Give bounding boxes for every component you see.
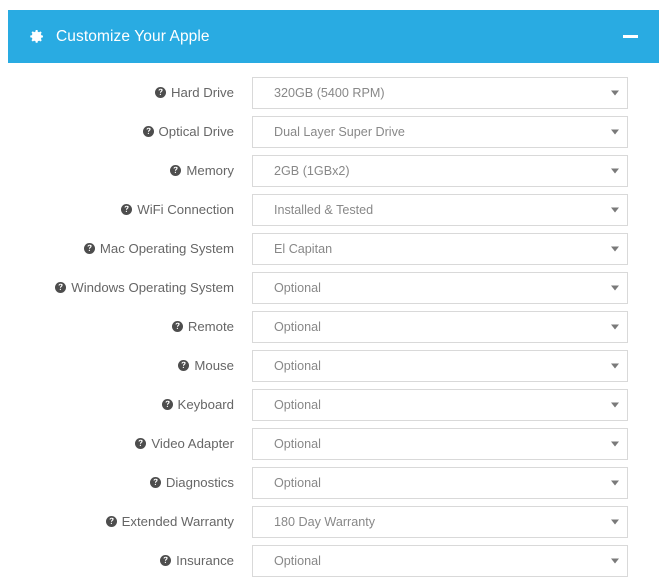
form-row-extended-warranty: Extended Warranty 180 Day Warranty xyxy=(8,502,659,541)
option-select-value: Optional xyxy=(274,475,321,490)
row-label-text: Memory xyxy=(186,163,234,178)
row-label-text: Mouse xyxy=(194,358,234,373)
panel-header: Customize Your Apple xyxy=(8,10,659,63)
row-label: Windows Operating System xyxy=(8,280,252,295)
customize-panel: Customize Your Apple Hard Drive 320GB (5… xyxy=(8,10,659,580)
row-label-text: Video Adapter xyxy=(151,436,234,451)
chevron-down-icon xyxy=(611,558,619,563)
row-label-text: Diagnostics xyxy=(165,475,234,490)
row-label-text: Windows Operating System xyxy=(71,280,234,295)
row-label: Extended Warranty xyxy=(8,514,252,529)
row-label: Remote xyxy=(8,319,252,334)
form-row-optical-drive: Optical Drive Dual Layer Super Drive xyxy=(8,112,659,151)
row-label: Diagnostics xyxy=(8,475,252,490)
option-select[interactable]: Optional xyxy=(252,310,628,343)
row-label: Optical Drive xyxy=(8,124,252,139)
question-circle-icon[interactable] xyxy=(154,87,166,98)
chevron-down-icon xyxy=(611,480,619,485)
form-row-keyboard: Keyboard Optional xyxy=(8,385,659,424)
option-select[interactable]: Dual Layer Super Drive xyxy=(252,115,628,148)
minimize-icon[interactable] xyxy=(619,26,641,48)
row-label-text: Optical Drive xyxy=(158,124,234,139)
option-select-value: Optional xyxy=(274,358,321,373)
form-row-wifi-connection: WiFi Connection Installed & Tested xyxy=(8,190,659,229)
row-label: Keyboard xyxy=(8,397,252,412)
option-select[interactable]: Optional xyxy=(252,466,628,499)
option-select-value: El Capitan xyxy=(274,241,333,256)
option-select-value: Installed & Tested xyxy=(274,202,374,217)
option-select[interactable]: El Capitan xyxy=(252,232,628,265)
option-select-value: 320GB (5400 RPM) xyxy=(274,85,385,100)
panel-title: Customize Your Apple xyxy=(56,27,210,45)
question-circle-icon[interactable] xyxy=(105,516,117,527)
question-circle-icon[interactable] xyxy=(142,126,154,137)
question-circle-icon[interactable] xyxy=(83,243,95,254)
option-select-value: Dual Layer Super Drive xyxy=(274,124,405,139)
form-row-insurance: Insurance Optional xyxy=(8,541,659,580)
form-row-mac-operating-system: Mac Operating System El Capitan xyxy=(8,229,659,268)
form-row-video-adapter: Video Adapter Optional xyxy=(8,424,659,463)
form-row-diagnostics: Diagnostics Optional xyxy=(8,463,659,502)
option-select-value: Optional xyxy=(274,553,321,568)
row-label-text: Insurance xyxy=(176,553,234,568)
row-label: Insurance xyxy=(8,553,252,568)
question-circle-icon[interactable] xyxy=(161,399,173,410)
row-label: Mac Operating System xyxy=(8,241,252,256)
option-select[interactable]: Optional xyxy=(252,388,628,421)
option-select-value: Optional xyxy=(274,280,321,295)
option-select-value: Optional xyxy=(274,436,321,451)
row-label: Mouse xyxy=(8,358,252,373)
option-select[interactable]: Optional xyxy=(252,349,628,382)
row-label-text: Keyboard xyxy=(177,397,234,412)
form-row-remote: Remote Optional xyxy=(8,307,659,346)
option-select-value: Optional xyxy=(274,397,321,412)
chevron-down-icon xyxy=(611,285,619,290)
chevron-down-icon xyxy=(611,168,619,173)
question-circle-icon[interactable] xyxy=(149,477,161,488)
option-select[interactable]: 180 Day Warranty xyxy=(252,505,628,538)
question-circle-icon[interactable] xyxy=(171,321,183,332)
chevron-down-icon xyxy=(611,207,619,212)
chevron-down-icon xyxy=(611,324,619,329)
option-select[interactable]: Optional xyxy=(252,271,628,304)
form-row-hard-drive: Hard Drive 320GB (5400 RPM) xyxy=(8,73,659,112)
question-circle-icon[interactable] xyxy=(135,438,147,449)
chevron-down-icon xyxy=(611,90,619,95)
question-circle-icon[interactable] xyxy=(178,360,190,371)
row-label-text: Extended Warranty xyxy=(121,514,234,529)
gear-icon xyxy=(28,28,45,45)
row-label: WiFi Connection xyxy=(8,202,252,217)
question-circle-icon[interactable] xyxy=(160,555,172,566)
chevron-down-icon xyxy=(611,402,619,407)
chevron-down-icon xyxy=(611,129,619,134)
row-label: Hard Drive xyxy=(8,85,252,100)
chevron-down-icon xyxy=(611,441,619,446)
chevron-down-icon xyxy=(611,363,619,368)
form-row-memory: Memory 2GB (1GBx2) xyxy=(8,151,659,190)
option-select[interactable]: Optional xyxy=(252,427,628,460)
option-select[interactable]: 2GB (1GBx2) xyxy=(252,154,628,187)
form-row-mouse: Mouse Optional xyxy=(8,346,659,385)
chevron-down-icon xyxy=(611,246,619,251)
question-circle-icon[interactable] xyxy=(121,204,133,215)
option-select-value: 180 Day Warranty xyxy=(274,514,376,529)
chevron-down-icon xyxy=(611,519,619,524)
configuration-form: Hard Drive 320GB (5400 RPM) Optical Driv… xyxy=(8,63,659,580)
form-row-windows-operating-system: Windows Operating System Optional xyxy=(8,268,659,307)
question-circle-icon[interactable] xyxy=(55,282,67,293)
option-select-value: 2GB (1GBx2) xyxy=(274,163,350,178)
question-circle-icon[interactable] xyxy=(170,165,182,176)
option-select-value: Optional xyxy=(274,319,321,334)
option-select[interactable]: 320GB (5400 RPM) xyxy=(252,76,628,109)
option-select[interactable]: Optional xyxy=(252,544,628,577)
row-label-text: Hard Drive xyxy=(170,85,234,100)
row-label: Memory xyxy=(8,163,252,178)
row-label: Video Adapter xyxy=(8,436,252,451)
minimize-bar xyxy=(622,35,638,38)
row-label-text: WiFi Connection xyxy=(137,202,234,217)
row-label-text: Mac Operating System xyxy=(99,241,234,256)
row-label-text: Remote xyxy=(187,319,234,334)
option-select[interactable]: Installed & Tested xyxy=(252,193,628,226)
